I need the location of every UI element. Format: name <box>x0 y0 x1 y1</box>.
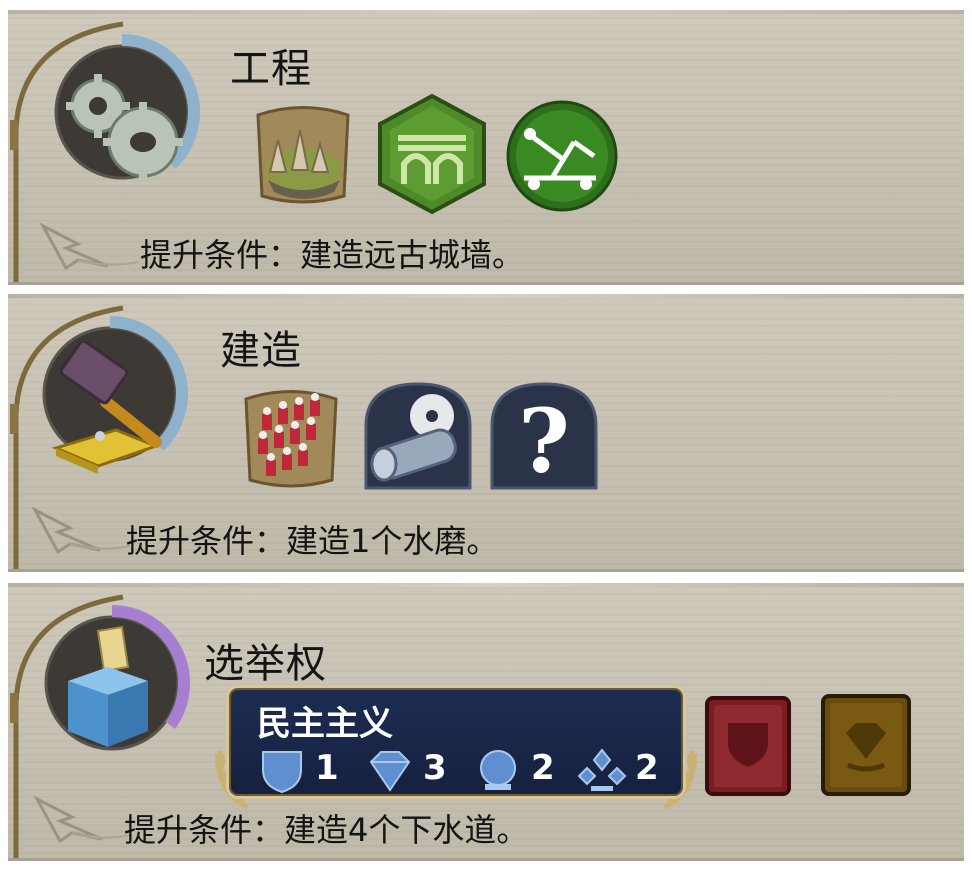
red-policy-card-icon[interactable] <box>704 695 792 797</box>
diplomatic-slot-count: 2 <box>531 748 555 788</box>
civic-title: 工程 <box>230 46 312 92</box>
economic-slot: 3 <box>365 746 475 794</box>
question-mark-icon[interactable]: ? <box>488 380 600 492</box>
economic-slot-count: 3 <box>423 748 447 788</box>
ballot-box-icon <box>68 625 148 747</box>
upgrade-condition: 提升条件：建造1个水磨。 <box>126 522 499 560</box>
catapult-icon[interactable] <box>504 98 620 214</box>
diplomatic-slot: 2 <box>473 746 583 794</box>
civic-panel-engineering: 工程 提升条件：建造远古城墙。 <box>8 10 964 285</box>
soldiers-icon[interactable] <box>236 384 346 494</box>
civic-title: 选举权 <box>204 641 327 687</box>
trade-icon <box>577 748 627 791</box>
arrow-ornament-icon <box>39 222 139 271</box>
civic-panel-construction: 建造 ? 提升条件：建造1个水磨。 <box>8 294 964 572</box>
gears-icon <box>66 74 183 182</box>
government-card[interactable]: 民主主义 1 3 2 2 <box>226 685 686 799</box>
arrow-ornament-icon <box>31 506 131 555</box>
shield-icon <box>262 751 302 794</box>
gold-policy-card-icon[interactable] <box>820 693 912 797</box>
upgrade-condition: 提升条件：建造远古城墙。 <box>140 236 525 274</box>
svg-text:?: ? <box>518 389 570 492</box>
ancient-city-icon[interactable] <box>248 100 358 210</box>
civic-panel-suffrage: 选举权 民主主义 1 3 2 2 提升条件：建造4个下水道。 <box>8 583 964 861</box>
aqueduct-icon[interactable] <box>374 92 490 216</box>
upgrade-condition: 提升条件：建造4个下水道。 <box>124 811 529 849</box>
gem-icon <box>369 751 411 792</box>
military-slot: 1 <box>257 746 367 794</box>
hammer-icon <box>51 342 162 474</box>
sawmill-icon[interactable] <box>362 380 474 492</box>
civic-title: 建造 <box>220 328 302 374</box>
orb-icon <box>480 750 516 790</box>
wildcard-slot: 2 <box>577 746 687 794</box>
military-slot-count: 1 <box>315 748 339 788</box>
government-name: 民主主义 <box>257 704 393 744</box>
wildcard-slot-count: 2 <box>635 748 659 788</box>
